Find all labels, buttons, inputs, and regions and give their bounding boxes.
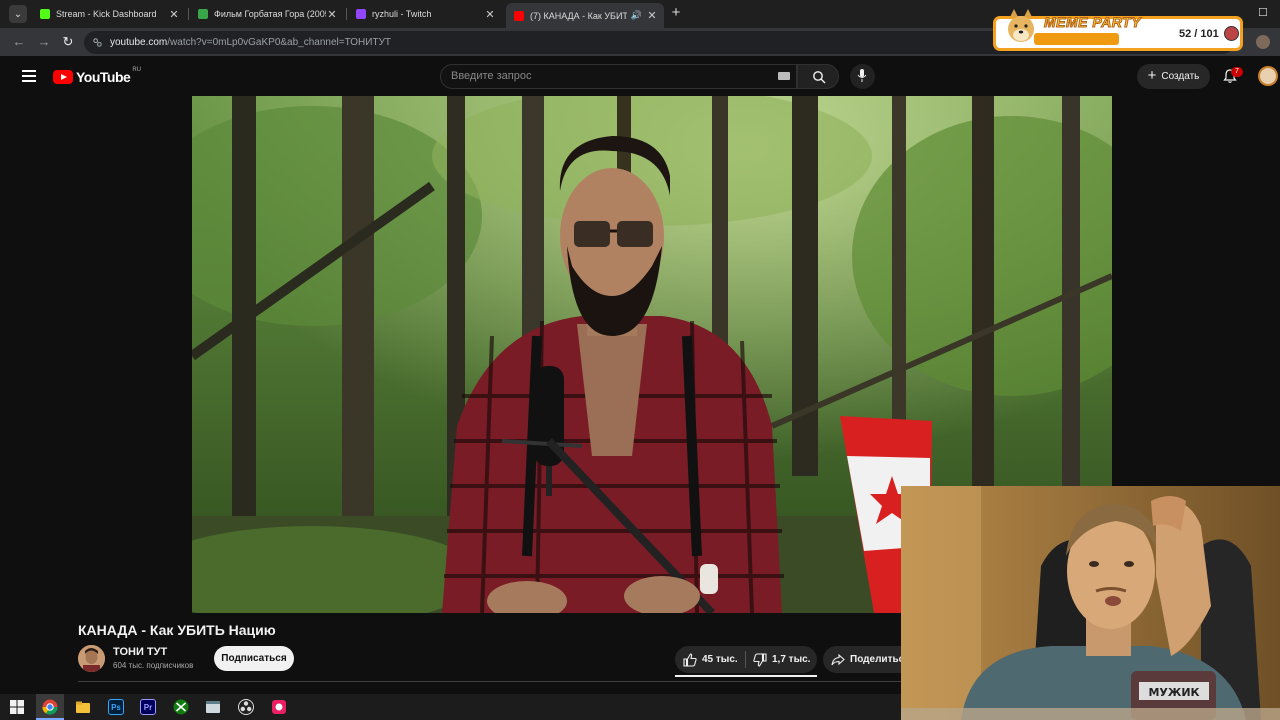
webcam-overlay: МУЖИК	[901, 486, 1280, 720]
create-button[interactable]: + Создать	[1137, 64, 1210, 89]
channel-avatar-image	[78, 645, 105, 672]
dislike-count: 1,7 тыс.	[772, 654, 811, 665]
xbox-icon[interactable]	[173, 699, 189, 715]
tab-search-button[interactable]: ⌄	[9, 5, 27, 23]
meme-user-avatar	[1224, 26, 1239, 41]
meme-party-widget: MEME PARTY 52 / 101	[993, 9, 1243, 51]
tab-title: Stream - Kick Dashboard	[56, 9, 157, 19]
thumbs-up-icon	[683, 652, 697, 667]
notification-count-badge: 7	[1231, 67, 1243, 77]
kick-icon	[40, 9, 50, 19]
windows-taskbar: Ps Pr	[0, 694, 901, 720]
subscribe-button[interactable]: Подписаться	[214, 646, 294, 671]
film-icon	[198, 9, 208, 19]
photoshop-icon[interactable]: Ps	[108, 699, 124, 715]
voice-search-button[interactable]	[850, 64, 875, 89]
back-icon[interactable]: ←	[11, 34, 27, 50]
forward-icon[interactable]: →	[36, 34, 52, 50]
url-path: /watch?v=0mLp0vGaKP0&ab_channel=ТОНИТУТ	[167, 37, 392, 48]
like-count: 45 тыс.	[702, 654, 738, 665]
share-icon	[831, 653, 845, 665]
meme-party-title: MEME PARTY	[1043, 14, 1142, 31]
browser-profile-avatar[interactable]	[1256, 35, 1270, 49]
divider-line	[78, 681, 902, 682]
meme-progress-bar	[1034, 33, 1119, 45]
close-tab-icon[interactable]: ✕	[646, 9, 658, 22]
tab-title: (7) КАНАДА - Как УБИТЬ Н	[530, 10, 627, 21]
app-window-icon[interactable]	[205, 699, 221, 715]
dislike-button[interactable]: 1,7 тыс.	[753, 646, 810, 673]
site-info-icon[interactable]	[92, 37, 103, 48]
doge-icon	[1008, 9, 1034, 42]
youtube-logo[interactable]: YouTube RU	[53, 67, 141, 85]
new-tab-button[interactable]: +	[668, 5, 684, 21]
audio-playing-icon[interactable]: 🔊	[631, 10, 642, 21]
youtube-logo-text: YouTube	[76, 69, 131, 85]
search-input[interactable]: Введите запрос	[440, 64, 797, 89]
account-avatar[interactable]	[1258, 66, 1278, 86]
browser-tab-youtube[interactable]: (7) КАНАДА - Как УБИТЬ Н 🔊 ✕	[506, 3, 664, 28]
tab-title: ryzhuli - Twitch	[372, 9, 432, 19]
youtube-play-icon	[53, 70, 73, 84]
meme-party-count: 52 / 101	[1179, 28, 1219, 40]
webcam-image: МУЖИК	[901, 486, 1280, 720]
close-tab-icon[interactable]: ✕	[484, 8, 496, 21]
youtube-icon	[514, 10, 524, 21]
tab-divider	[346, 8, 347, 20]
red-app-icon[interactable]	[271, 699, 287, 715]
browser-tab-twitch[interactable]: ryzhuli - Twitch ✕	[348, 3, 502, 25]
maximize-icon[interactable]: ☐	[1258, 6, 1268, 19]
like-divider	[745, 651, 746, 668]
tab-title: Фильм Горбатая Гора (2005) С	[214, 9, 326, 19]
keyboard-icon[interactable]	[778, 72, 790, 80]
plus-icon: +	[1147, 67, 1157, 84]
microphone-icon	[857, 69, 867, 82]
search-icon	[813, 71, 826, 84]
search-button[interactable]	[797, 64, 839, 89]
menu-icon[interactable]	[22, 70, 36, 85]
progress-underline	[675, 675, 817, 677]
browser-tab-film[interactable]: Фильм Горбатая Гора (2005) С ✕	[190, 3, 344, 25]
windows-start-icon[interactable]	[9, 699, 25, 715]
premiere-icon[interactable]: Pr	[140, 699, 156, 715]
like-dislike-group: 45 тыс. 1,7 тыс.	[675, 646, 817, 673]
chrome-icon[interactable]	[42, 699, 58, 715]
channel-name[interactable]: ТОНИ ТУТ	[113, 646, 167, 658]
close-tab-icon[interactable]: ✕	[326, 8, 338, 21]
like-button[interactable]: 45 тыс.	[683, 646, 738, 673]
create-label: Создать	[1161, 71, 1200, 82]
tab-divider	[188, 8, 189, 20]
close-tab-icon[interactable]: ✕	[168, 8, 180, 21]
obs-icon[interactable]	[238, 699, 254, 715]
youtube-header: YouTube RU Введите запрос + Создать 7	[0, 56, 1280, 96]
thumbs-down-icon	[753, 652, 767, 667]
file-explorer-icon[interactable]	[75, 699, 91, 715]
mug-text: МУЖИК	[1148, 686, 1199, 699]
region-label: RU	[132, 67, 141, 73]
video-title: КАНАДА - Как УБИТЬ Нацию	[78, 622, 276, 638]
twitch-icon	[356, 9, 366, 19]
reload-icon[interactable]: ↻	[60, 34, 76, 50]
url-host: youtube.com	[110, 37, 168, 48]
channel-avatar[interactable]	[78, 645, 105, 672]
subscriber-count: 604 тыс. подписчиков	[113, 661, 194, 670]
browser-tab-kick[interactable]: Stream - Kick Dashboard ✕	[32, 3, 186, 25]
